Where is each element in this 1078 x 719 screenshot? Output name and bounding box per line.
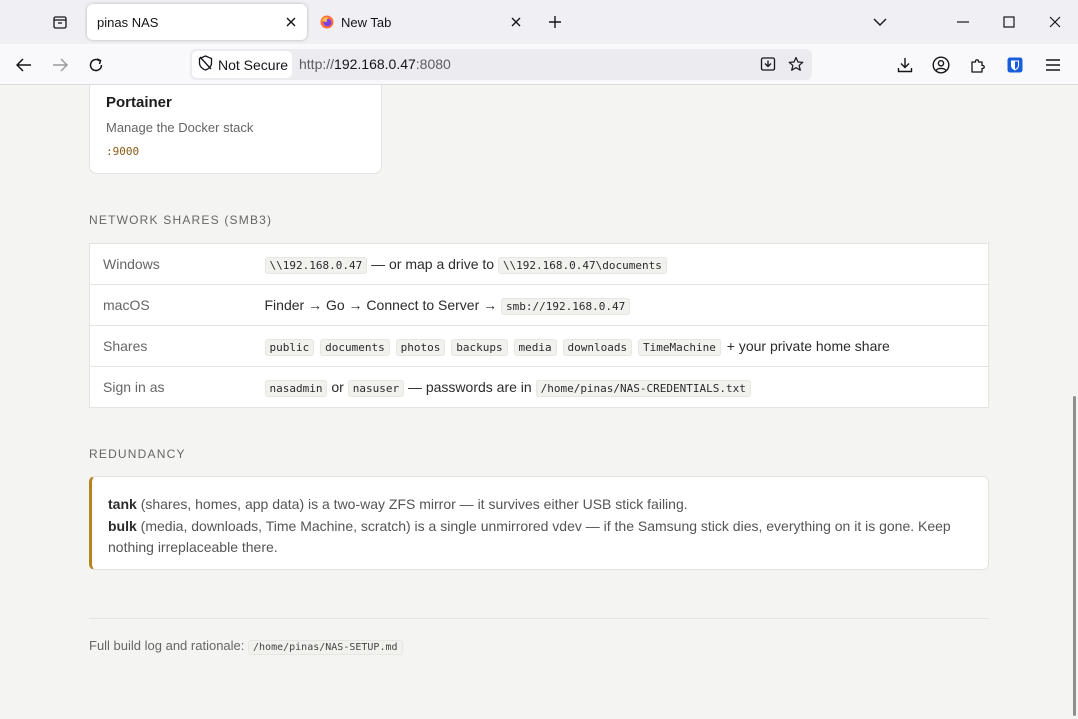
share-name: photos [395, 339, 446, 356]
network-shares-heading: NETWORK SHARES (SMB3) [89, 213, 273, 227]
share-name: TimeMachine [638, 339, 721, 356]
code-snippet: /home/pinas/NAS-CREDENTIALS.txt [535, 380, 751, 397]
bitwarden-extension-icon[interactable] [1002, 52, 1028, 78]
network-shares-table: Windows \\192.168.0.47 — or map a drive … [89, 243, 989, 408]
url-port: :8080 [415, 56, 451, 72]
redundancy-callout: tank (shares, homes, app data) is a two-… [89, 476, 989, 570]
row-label: Shares [89, 325, 265, 367]
card-description: Manage the Docker stack [106, 120, 254, 135]
pool-description: (media, downloads, Time Machine, scratch… [108, 517, 951, 556]
row-value: public documents photos backups media do… [264, 325, 989, 367]
page-content: Portainer Manage the Docker stack :9000 … [0, 85, 1071, 719]
url-text[interactable]: http://192.168.0.47:8080 [299, 56, 451, 72]
row-value: \\192.168.0.47 — or map a drive to \\192… [264, 243, 989, 285]
maximize-icon[interactable] [986, 0, 1032, 44]
table-row: macOS Finder → Go → Connect to Server → … [89, 284, 989, 326]
site-security-button[interactable]: Not Secure [192, 51, 292, 78]
code-snippet: /home/pinas/NAS-SETUP.md [248, 640, 403, 655]
table-row: Shares public documents photos backups m… [89, 325, 989, 367]
url-host: 192.168.0.47 [334, 56, 416, 72]
tab-title: pinas NAS [97, 15, 159, 30]
close-tab-icon[interactable] [283, 14, 299, 30]
tab-strip: pinas NAS New Tab [0, 0, 1078, 44]
back-arrow-icon[interactable] [11, 52, 37, 78]
code-snippet: \\192.168.0.47\documents [497, 257, 667, 274]
inline-text: Finder → Go → Connect to Server → [264, 297, 498, 313]
inline-text: or [331, 379, 344, 395]
bulk-line: bulk (media, downloads, Time Machine, sc… [108, 516, 972, 559]
divider [89, 618, 989, 619]
forward-arrow-icon[interactable] [47, 52, 73, 78]
pool-name: bulk [108, 517, 137, 534]
bookmark-star-icon[interactable] [785, 53, 807, 75]
tab-pinas-nas[interactable]: pinas NAS [87, 4, 307, 40]
footer: Full build log and rationale: /home/pina… [89, 638, 403, 655]
row-label: Windows [89, 243, 265, 285]
downloads-icon[interactable] [892, 52, 918, 78]
share-name: media [513, 339, 557, 356]
row-label: Sign in as [103, 379, 165, 395]
scrollbar-thumb[interactable] [1073, 396, 1076, 716]
close-window-icon[interactable] [1032, 0, 1078, 44]
navigation-toolbar: Not Secure http://192.168.0.47:8080 [0, 44, 1078, 85]
address-bar[interactable]: Not Secure http://192.168.0.47:8080 [190, 49, 812, 80]
hamburger-menu-icon[interactable] [1040, 52, 1066, 78]
code-snippet: smb://192.168.0.47 [501, 298, 631, 315]
new-tab-plus-icon[interactable] [544, 11, 566, 33]
pool-description: (shares, homes, app data) is a two-way Z… [140, 496, 688, 512]
inline-text: — or map a drive to [371, 256, 495, 272]
row-value: Finder → Go → Connect to Server → smb://… [264, 284, 989, 326]
inline-text: — passwords are in [407, 379, 532, 395]
row-value: nasadmin or nasuser — passwords are in /… [264, 367, 989, 408]
code-snippet: \\192.168.0.47 [264, 257, 368, 274]
minimize-icon[interactable] [940, 0, 986, 44]
code-snippet: nasuser [347, 380, 405, 397]
table-row: Sign in as nasadmin or nasuser — passwor… [90, 367, 989, 408]
portainer-card[interactable]: Portainer Manage the Docker stack :9000 [89, 85, 382, 174]
url-scheme: http:// [299, 56, 335, 72]
account-icon[interactable] [928, 52, 954, 78]
firefox-view-icon[interactable] [48, 10, 72, 34]
pool-name: tank [108, 496, 137, 512]
code-snippet: nasadmin [264, 380, 328, 397]
redundancy-heading: REDUNDANCY [89, 447, 186, 461]
extensions-puzzle-icon[interactable] [965, 52, 991, 78]
not-secure-shield-icon [198, 55, 213, 74]
chevron-down-icon[interactable] [870, 12, 890, 32]
card-port: :9000 [106, 145, 140, 158]
inline-text: + your private home share [726, 338, 890, 354]
share-name: documents [320, 339, 390, 356]
card-title: Portainer [106, 94, 172, 111]
tank-line: tank (shares, homes, app data) is a two-… [108, 494, 972, 516]
save-to-pocket-icon[interactable] [757, 53, 779, 75]
firefox-logo-icon [320, 15, 334, 29]
share-name: public [264, 339, 315, 356]
close-tab-icon[interactable] [508, 14, 524, 30]
table-row: Windows \\192.168.0.47 — or map a drive … [89, 243, 989, 285]
security-label: Not Secure [218, 56, 289, 73]
share-name: backups [451, 339, 508, 356]
reload-icon[interactable] [83, 52, 109, 78]
row-label: macOS [89, 284, 265, 326]
vertical-scrollbar[interactable] [1071, 85, 1078, 719]
tab-title: New Tab [341, 15, 392, 30]
footer-label: Full build log and rationale: [89, 638, 245, 653]
tab-new-tab[interactable]: New Tab [310, 4, 532, 40]
share-name: downloads [562, 339, 633, 356]
